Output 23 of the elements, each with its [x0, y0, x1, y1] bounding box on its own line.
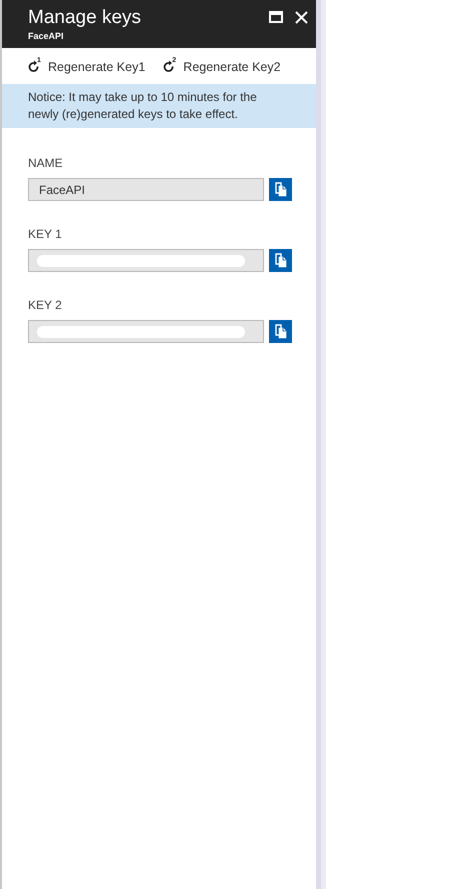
- refresh-icon: [163, 60, 176, 74]
- window-title: Manage keys: [28, 7, 142, 28]
- field-label: KEY 2: [28, 298, 62, 312]
- field-label: KEY 1: [28, 227, 62, 241]
- window-subtitle: FaceAPI: [28, 31, 65, 41]
- field-label: NAME: [28, 156, 63, 170]
- copy-button[interactable]: [269, 320, 292, 343]
- input-field[interactable]: [28, 320, 264, 343]
- copy-button[interactable]: [269, 249, 292, 272]
- close-icon: [295, 11, 308, 24]
- copy-button[interactable]: [269, 178, 292, 201]
- input-field[interactable]: [28, 249, 264, 272]
- close-button[interactable]: [295, 11, 308, 24]
- maximize-button[interactable]: [269, 11, 283, 23]
- notice-banner: Notice: It may take up to 10 minutes for the newly (re)generated keys to take effect.: [2, 84, 316, 128]
- copy-icon: [274, 182, 286, 197]
- regenerate-button[interactable]: $^{2}$ Regenerate Key2: [163, 58, 281, 76]
- maximize-icon: [269, 11, 283, 23]
- copy-icon: [274, 324, 286, 339]
- copy-icon: [274, 253, 286, 268]
- refresh-icon: [28, 60, 40, 74]
- input-field[interactable]: FaceAPI: [28, 178, 264, 201]
- regenerate-button[interactable]: $^{1}$ Regenerate Key1: [28, 58, 146, 76]
